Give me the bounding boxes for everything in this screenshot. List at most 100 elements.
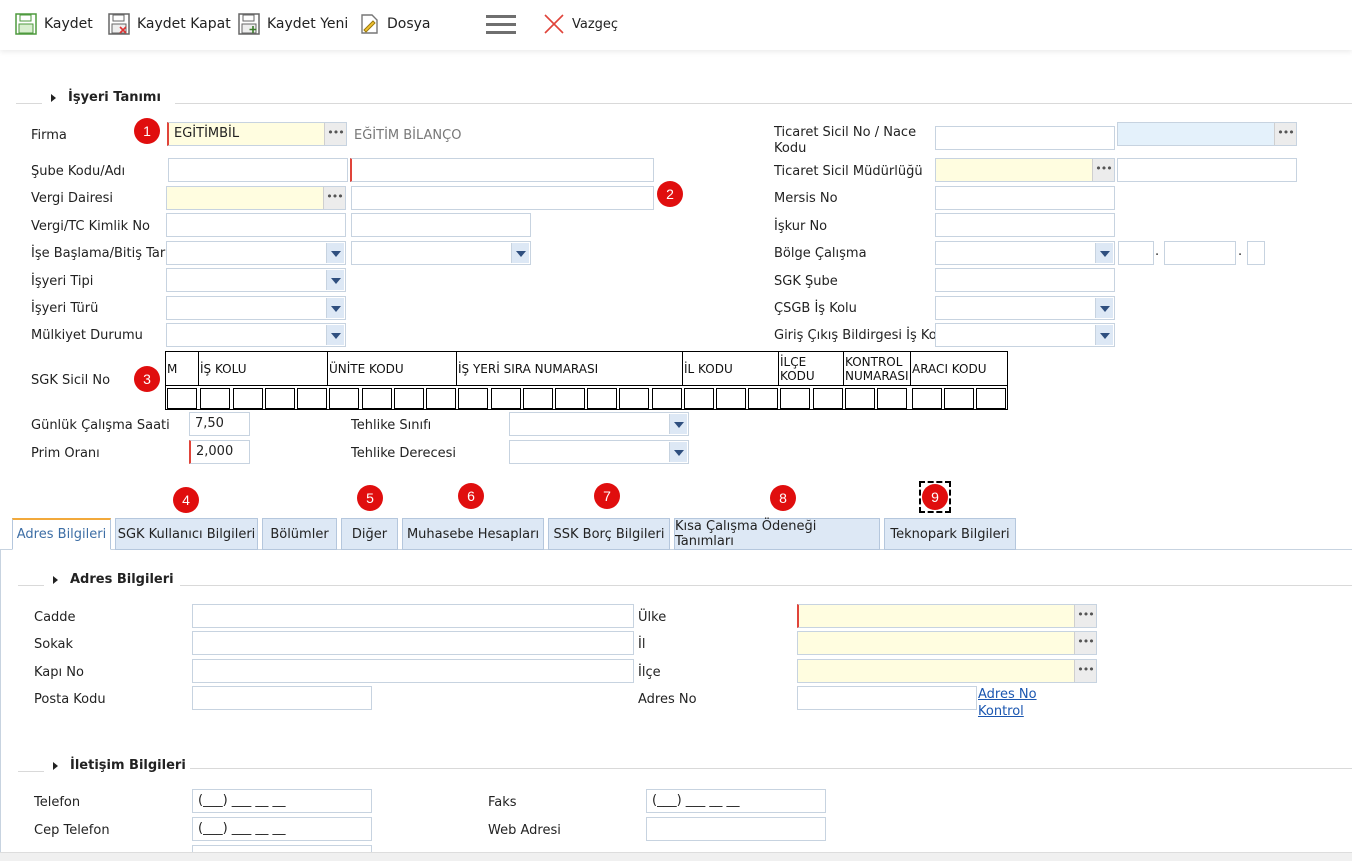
sgk-digit-input[interactable]	[523, 388, 553, 409]
bolge-select[interactable]	[935, 241, 1115, 265]
chevron-down-icon[interactable]	[326, 270, 344, 290]
cancel-button[interactable]: Vazgeç	[542, 10, 618, 38]
chevron-down-icon[interactable]	[1095, 298, 1113, 318]
section-header-iletisim[interactable]: İletişim Bilgileri	[53, 758, 186, 773]
sgk-digit-input[interactable]	[652, 388, 682, 409]
firma-field[interactable]: EGİTİMBİL •••	[167, 122, 347, 146]
tab-bolumler[interactable]: Bölümler	[262, 518, 337, 550]
sgk-digit-input[interactable]	[877, 388, 907, 409]
save-close-button[interactable]: Kaydet Kapat	[107, 10, 231, 38]
lookup-button[interactable]: •••	[1274, 123, 1296, 145]
ise-baslama-select[interactable]	[166, 241, 346, 265]
sgk-digit-input[interactable]	[845, 388, 875, 409]
tab-kisa-calisma[interactable]: Kısa Çalışma Ödeneği Tanımları	[674, 518, 880, 550]
ilce-field[interactable]: •••	[797, 659, 1097, 683]
sgk-digit-input[interactable]	[813, 388, 843, 409]
sgk-digit-input[interactable]	[944, 388, 974, 409]
sgk-digit-input[interactable]	[780, 388, 810, 409]
sube-adi-input[interactable]	[350, 158, 654, 182]
sgk-digit-input[interactable]	[200, 388, 230, 409]
posta-kodu-input[interactable]	[192, 686, 372, 710]
sgk-digit-input[interactable]	[426, 388, 456, 409]
adres-no-kontrol-link[interactable]: Adres No Kontrol	[978, 686, 1037, 720]
tab-teknopark[interactable]: Teknopark Bilgileri	[884, 518, 1016, 550]
cadde-input[interactable]	[192, 604, 634, 628]
save-new-button[interactable]: Kaydet Yeni	[237, 10, 348, 38]
vergi-dairesi-desc-input[interactable]	[351, 186, 654, 210]
tab-diger[interactable]: Diğer	[341, 518, 398, 550]
iskur-input[interactable]	[935, 213, 1115, 237]
sgk-digit-input[interactable]	[619, 388, 649, 409]
ticaret-sicil-input[interactable]	[935, 126, 1115, 150]
vergi-no-input[interactable]	[166, 213, 346, 237]
vergi-dairesi-field[interactable]: •••	[166, 186, 346, 210]
sgk-sube-input[interactable]	[935, 268, 1115, 292]
sgk-digit-input[interactable]	[329, 388, 359, 409]
sgk-digit-input[interactable]	[976, 388, 1006, 409]
sgk-digit-input[interactable]	[362, 388, 392, 409]
gunluk-input[interactable]: 7,50	[189, 412, 250, 436]
tab-ssk-borc[interactable]: SSK Borç Bilgileri	[548, 518, 670, 550]
horizontal-scrollbar[interactable]	[0, 852, 1352, 861]
sgk-digit-input[interactable]	[491, 388, 521, 409]
chevron-down-icon[interactable]	[326, 298, 344, 318]
nace-kodu-field[interactable]: •••	[1117, 122, 1297, 146]
sokak-input[interactable]	[192, 631, 634, 655]
bitis-tarihi-select[interactable]	[351, 241, 531, 265]
bolge-part-3-input[interactable]	[1247, 241, 1265, 265]
cep-telefon-input[interactable]: (___) ___ __ __	[192, 817, 372, 841]
sgk-digit-input[interactable]	[265, 388, 295, 409]
chevron-down-icon[interactable]	[669, 414, 687, 434]
sgk-digit-input[interactable]	[297, 388, 327, 409]
sgk-digit-input[interactable]	[458, 388, 488, 409]
save-button[interactable]: Kaydet	[14, 10, 93, 38]
telefon-input[interactable]: (___) ___ __ __	[192, 789, 372, 813]
file-button[interactable]: Dosya	[357, 10, 431, 38]
section-header-adres[interactable]: Adres Bilgileri	[53, 572, 174, 587]
csgb-select[interactable]	[935, 296, 1115, 320]
chevron-down-icon[interactable]	[1095, 325, 1113, 345]
tab-sgk-kullanici[interactable]: SGK Kullanıcı Bilgileri	[115, 518, 258, 550]
tehlike-sinifi-select[interactable]	[509, 412, 689, 436]
giris-cikis-select[interactable]	[935, 323, 1115, 347]
prim-input[interactable]: 2,000	[189, 440, 250, 464]
tab-adres-bilgileri[interactable]: Adres Bilgileri	[12, 518, 111, 550]
menu-icon[interactable]	[486, 15, 516, 35]
isyeri-tipi-select[interactable]	[166, 268, 346, 292]
web-adresi-input[interactable]	[646, 817, 826, 841]
sgk-digit-input[interactable]	[394, 388, 424, 409]
isyeri-turu-select[interactable]	[166, 296, 346, 320]
chevron-down-icon[interactable]	[326, 243, 344, 263]
chevron-down-icon[interactable]	[511, 243, 529, 263]
chevron-down-icon[interactable]	[1095, 243, 1113, 263]
sgk-digit-input[interactable]	[555, 388, 585, 409]
faks-input[interactable]: (___) ___ __ __	[646, 789, 826, 813]
sgk-digit-input[interactable]	[587, 388, 617, 409]
il-field[interactable]: •••	[797, 631, 1097, 655]
chevron-down-icon[interactable]	[326, 325, 344, 345]
lookup-button[interactable]: •••	[1074, 632, 1096, 654]
bolge-part-1-input[interactable]	[1118, 241, 1154, 265]
sgk-digit-input[interactable]	[684, 388, 714, 409]
mersis-input[interactable]	[935, 186, 1115, 210]
ulke-field[interactable]: •••	[797, 604, 1097, 628]
bolge-part-2-input[interactable]	[1164, 241, 1236, 265]
lookup-button[interactable]: •••	[1092, 159, 1114, 181]
tehlike-derecesi-select[interactable]	[509, 440, 689, 464]
sgk-digit-input[interactable]	[716, 388, 746, 409]
sgk-digit-input[interactable]	[912, 388, 942, 409]
tc-kimlik-input[interactable]	[351, 213, 531, 237]
mulkiyet-select[interactable]	[166, 323, 346, 347]
section-header-isyeri[interactable]: İşyeri Tanımı	[51, 90, 161, 105]
lookup-button[interactable]: •••	[1074, 605, 1096, 627]
lookup-button[interactable]: •••	[323, 187, 345, 209]
adres-no-input[interactable]	[797, 686, 977, 710]
sgk-digit-input[interactable]	[748, 388, 778, 409]
tab-muhasebe[interactable]: Muhasebe Hesapları	[402, 518, 544, 550]
lookup-button[interactable]: •••	[324, 123, 346, 145]
sube-kodu-input[interactable]	[168, 158, 348, 182]
kapi-no-input[interactable]	[192, 659, 634, 683]
sgk-digit-input[interactable]	[233, 388, 263, 409]
chevron-down-icon[interactable]	[669, 442, 687, 462]
sgk-digit-input[interactable]	[167, 388, 197, 409]
